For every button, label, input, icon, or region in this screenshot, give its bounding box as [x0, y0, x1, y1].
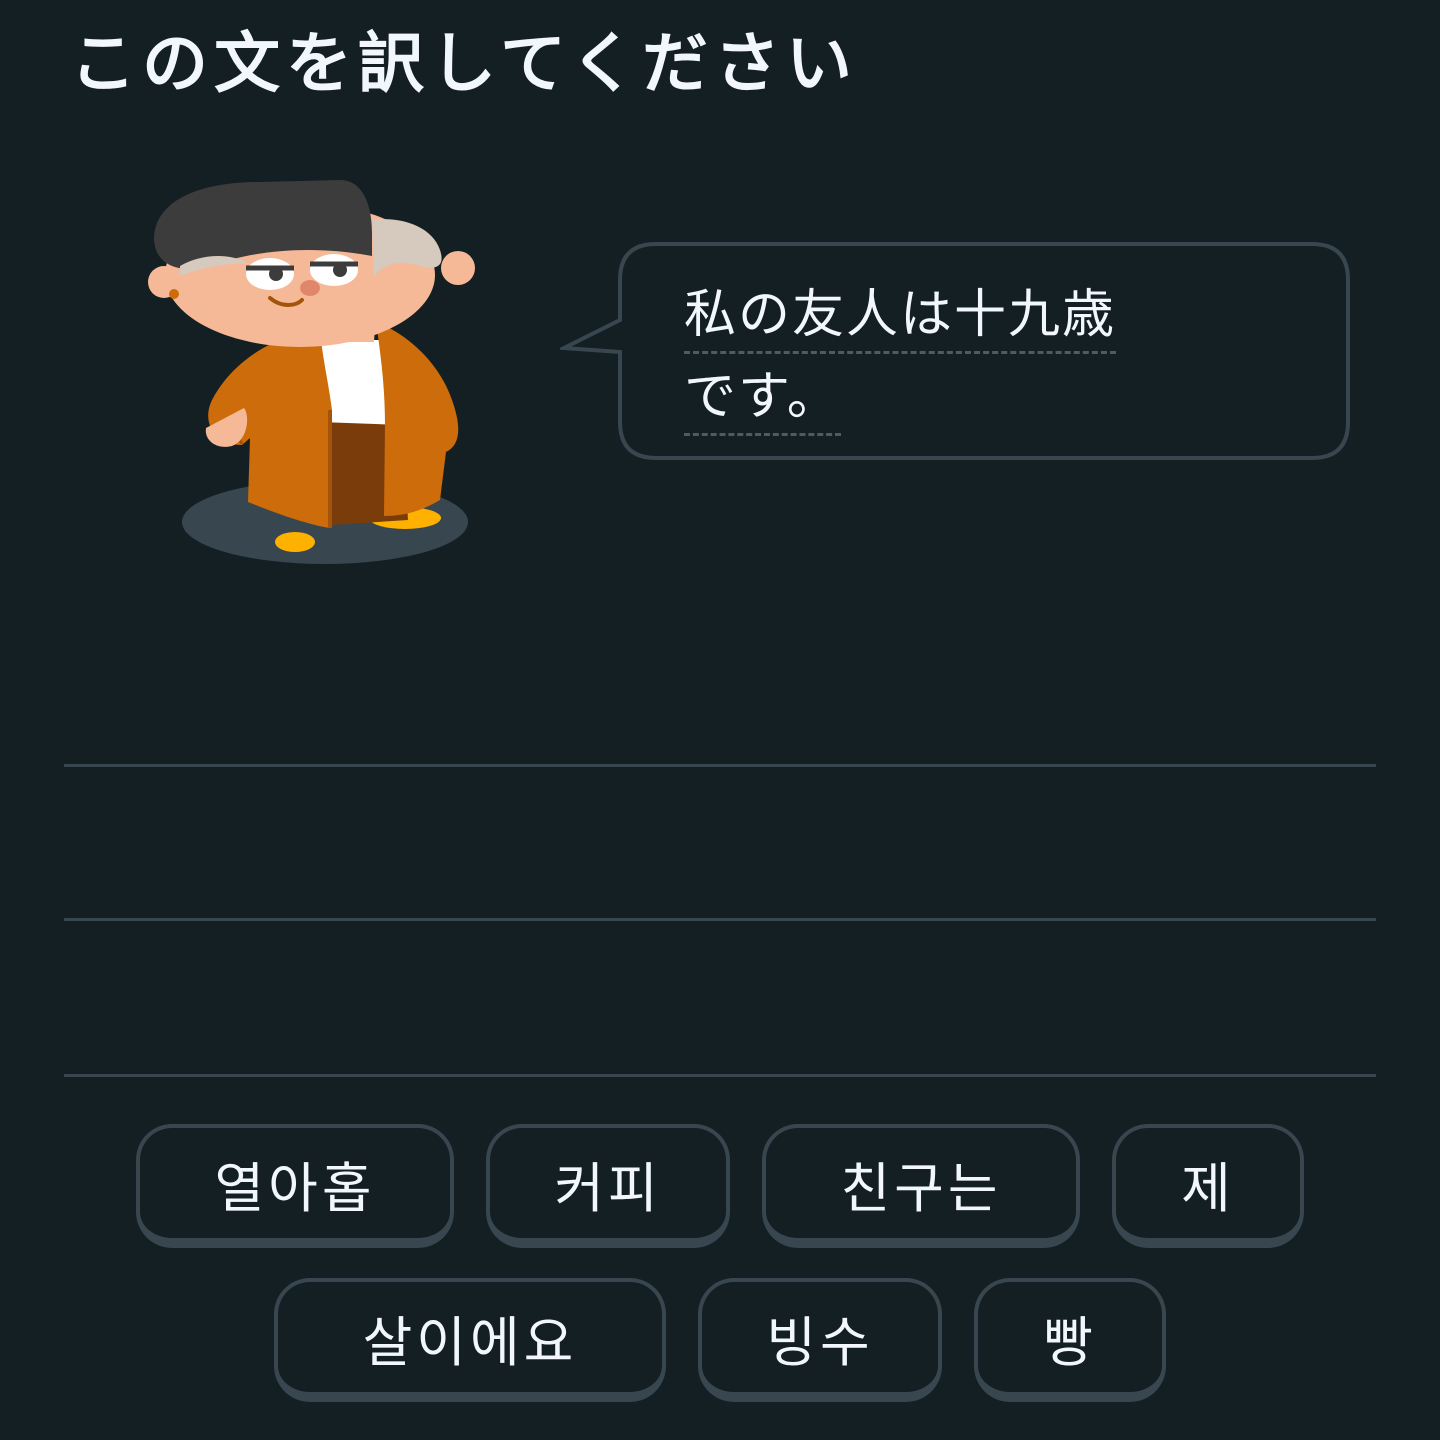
prompt-line-1[interactable]: 私の友人は十九歳: [684, 285, 1117, 354]
word-chip[interactable]: 빵: [974, 1278, 1166, 1402]
prompt-sentence: 私の友人は十九歳 です。: [684, 274, 1304, 438]
word-chip[interactable]: 친구는: [762, 1124, 1080, 1248]
answer-line: [64, 764, 1376, 767]
character-illustration: [140, 170, 480, 570]
instruction-title: この文を訳してください: [70, 25, 859, 102]
answer-line: [64, 1074, 1376, 1077]
word-chip[interactable]: 제: [1112, 1124, 1304, 1248]
answer-line: [64, 918, 1376, 921]
word-chip[interactable]: 빙수: [698, 1278, 942, 1402]
word-chip[interactable]: 열아홉: [136, 1124, 454, 1248]
lesson-screen: この文を訳してください 私の友人は十九歳 です。 열아홉 커피 친구는 제 살이…: [0, 0, 1440, 1440]
speech-bubble: 私の友人は十九歳 です。: [560, 240, 1352, 462]
word-chip[interactable]: 커피: [486, 1124, 730, 1248]
word-chip[interactable]: 살이에요: [274, 1278, 666, 1402]
prompt-line-2[interactable]: です。: [684, 367, 841, 436]
